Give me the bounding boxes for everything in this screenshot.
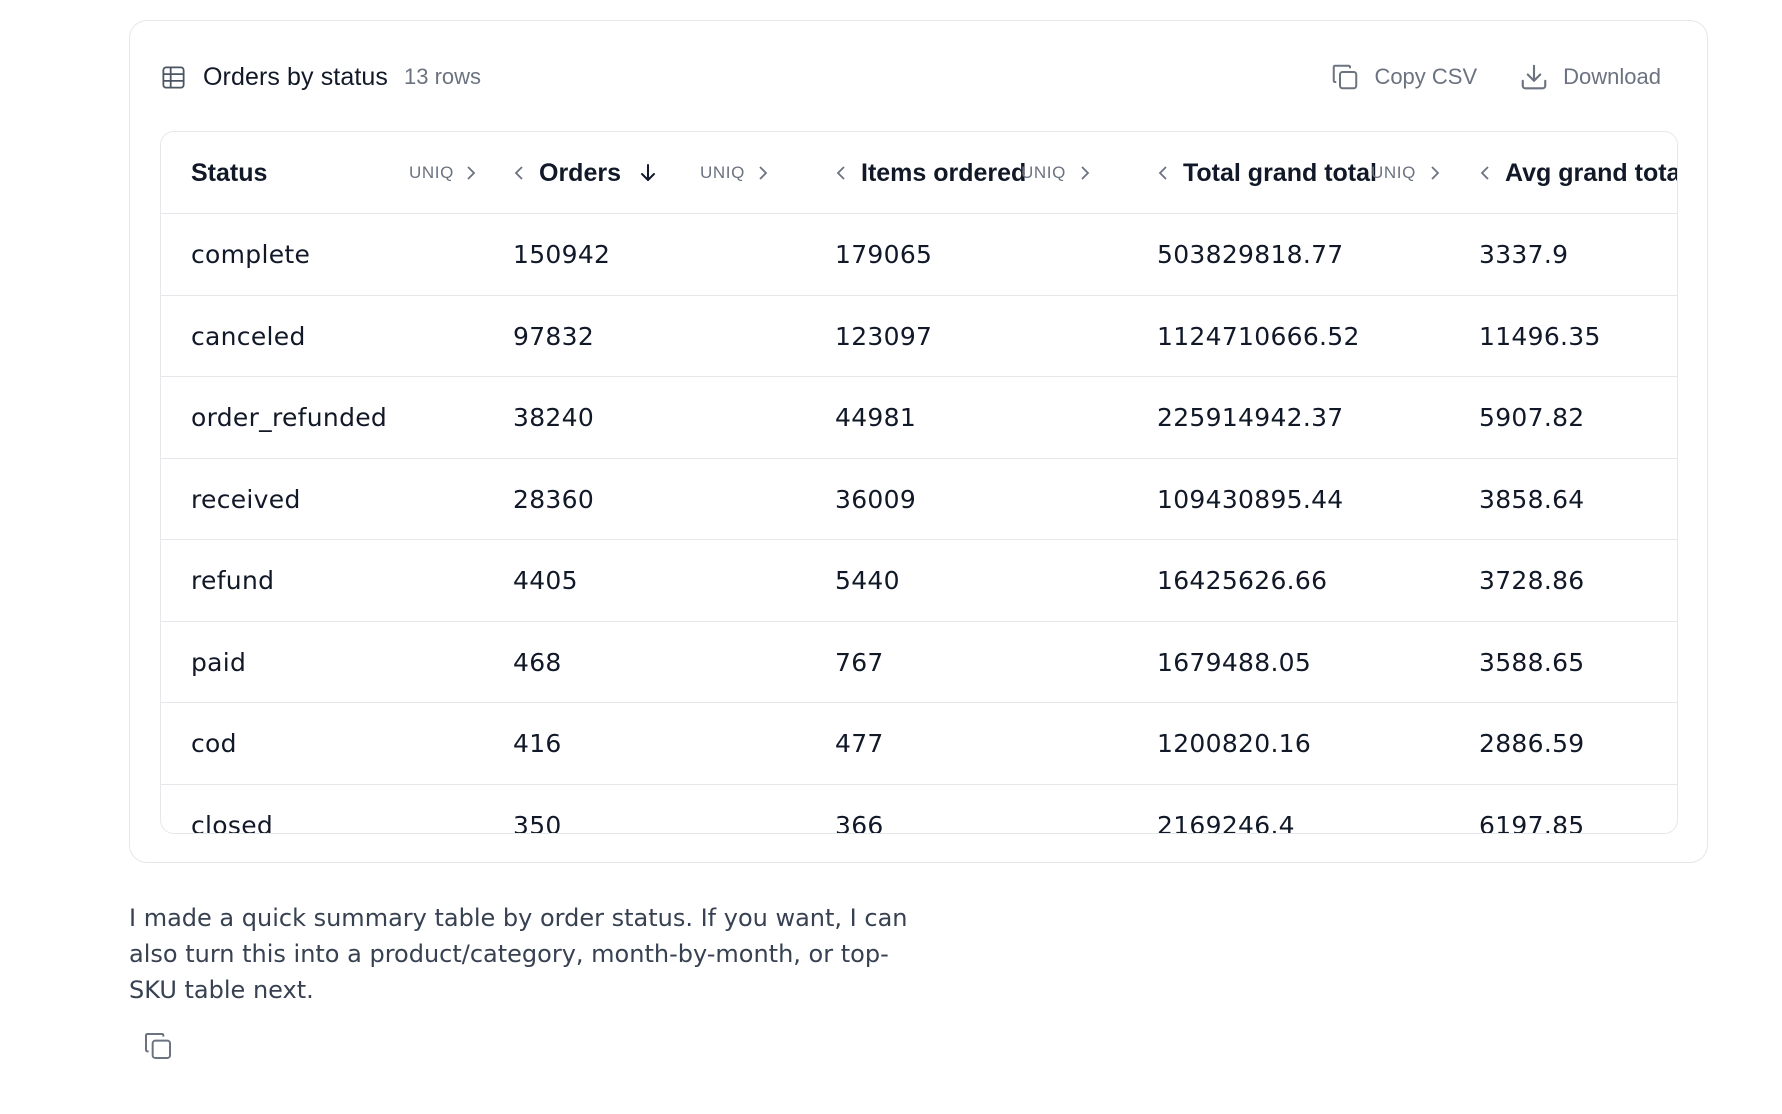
chevron-left-icon[interactable] xyxy=(835,164,847,182)
chevron-right-icon[interactable] xyxy=(465,164,477,182)
cell-orders: 4405 xyxy=(513,566,578,595)
uniq-toggle[interactable]: UNIQ xyxy=(1021,163,1066,183)
copy-icon xyxy=(1333,64,1358,90)
column-label: Status xyxy=(191,158,268,187)
copy-message-button[interactable] xyxy=(142,1030,174,1062)
chevron-left-icon[interactable] xyxy=(513,164,525,182)
cell-orders: 416 xyxy=(513,729,562,758)
table-icon xyxy=(160,64,187,91)
cell-orders: 350 xyxy=(513,810,562,834)
table-row: complete 150942 179065 503829818.77 3337.9 xyxy=(161,214,1677,296)
cell-status: canceled xyxy=(191,321,306,351)
download-label: Download xyxy=(1563,64,1661,89)
copy-csv-button[interactable]: Copy CSV xyxy=(1330,62,1477,92)
cell-items-ordered: 179065 xyxy=(835,240,933,269)
cell-items-ordered: 44981 xyxy=(835,403,917,432)
chevron-left-icon[interactable] xyxy=(1479,164,1491,182)
table-row: canceled 97832 123097 1124710666.52 11496.35 xyxy=(161,296,1677,377)
cell-orders: 38240 xyxy=(513,403,595,432)
cell-items-ordered: 477 xyxy=(835,729,884,758)
arrow-down-icon xyxy=(638,162,658,189)
cell-avg-grand-total: 2886.59 xyxy=(1479,729,1585,758)
download-button[interactable]: Download xyxy=(1519,62,1661,92)
row-count: 13 rows xyxy=(404,64,482,89)
table-row: order_refunded 38240 44981 225914942.37 5907… xyxy=(161,377,1677,459)
column-header-status[interactable]: Status UNIQ xyxy=(191,132,476,214)
card-title: Orders by status xyxy=(203,62,388,91)
cell-status: closed xyxy=(191,810,274,834)
table-row: cod 416 477 1200820.16 2886.59 xyxy=(161,703,1677,785)
download-icon xyxy=(1521,64,1547,90)
cell-total-grand-total: 1200820.16 xyxy=(1157,729,1312,758)
cell-items-ordered: 36009 xyxy=(835,484,917,514)
cell-total-grand-total: 1679488.05 xyxy=(1157,647,1312,677)
cell-avg-grand-total: 3858.64 xyxy=(1479,484,1585,514)
cell-total-grand-total: 109430895.44 xyxy=(1157,484,1344,514)
cell-items-ordered: 767 xyxy=(835,647,884,677)
table-row: closed 350 366 2169246.4 6197.85 xyxy=(161,785,1677,834)
table-row: received 28360 36009 109430895.44 3858.64 xyxy=(161,459,1677,540)
cell-status: refund xyxy=(191,566,275,595)
cell-total-grand-total: 225914942.37 xyxy=(1157,403,1344,432)
column-header-items-ordered[interactable]: Items ordered UNIQ xyxy=(835,132,1115,214)
cell-avg-grand-total: 3337.9 xyxy=(1479,240,1569,269)
cell-orders: 468 xyxy=(513,647,562,677)
chevron-right-icon[interactable] xyxy=(1429,164,1441,182)
copy-csv-label: Copy CSV xyxy=(1374,64,1478,89)
cell-avg-grand-total: 3728.86 xyxy=(1479,566,1585,595)
cell-items-ordered: 366 xyxy=(835,810,884,834)
cell-status: paid xyxy=(191,647,247,677)
cell-items-ordered: 5440 xyxy=(835,566,900,595)
cell-total-grand-total: 1124710666.52 xyxy=(1157,321,1360,351)
chevron-left-icon[interactable] xyxy=(1157,164,1169,182)
cell-total-grand-total: 16425626.66 xyxy=(1157,566,1328,595)
cell-status: cod xyxy=(191,729,237,758)
table-body: complete 150942 179065 503829818.77 3337.9 ca… xyxy=(161,214,1677,834)
cell-avg-grand-total: 5907.82 xyxy=(1479,403,1585,432)
card-header: Orders by status 13 rows Copy CSV Downlo… xyxy=(160,59,1661,95)
column-label: Avg grand total xyxy=(1505,158,1678,187)
chevron-right-icon[interactable] xyxy=(1079,164,1091,182)
chevron-right-icon[interactable] xyxy=(757,164,769,182)
copy-icon xyxy=(145,1033,171,1059)
cell-total-grand-total: 503829818.77 xyxy=(1157,240,1344,269)
table-row: refund 4405 5440 16425626.66 3728.86 xyxy=(161,540,1677,622)
cell-status: received xyxy=(191,484,301,514)
column-header-avg-grand-total[interactable]: Avg grand total xyxy=(1479,132,1678,214)
table-row: paid 468 767 1679488.05 3588.65 xyxy=(161,622,1677,703)
cell-avg-grand-total: 6197.85 xyxy=(1479,810,1585,834)
cell-orders: 150942 xyxy=(513,240,611,269)
cell-status: order_refunded xyxy=(191,403,388,432)
column-header-orders[interactable]: Orders UNIQ xyxy=(513,132,793,214)
data-table[interactable]: Status UNIQ Orders UNIQ Items ordered UN… xyxy=(160,131,1678,834)
cell-avg-grand-total: 11496.35 xyxy=(1479,321,1601,351)
cell-orders: 28360 xyxy=(513,484,595,514)
header-actions: Copy CSV Download xyxy=(1288,62,1661,92)
table-header-row: Status UNIQ Orders UNIQ Items ordered UN… xyxy=(161,132,1678,214)
uniq-toggle[interactable]: UNIQ xyxy=(700,163,745,183)
cell-avg-grand-total: 3588.65 xyxy=(1479,647,1585,677)
column-header-total-grand-total[interactable]: Total grand total UNIQ xyxy=(1157,132,1440,214)
cell-items-ordered: 123097 xyxy=(835,321,933,351)
table-card: Orders by status 13 rows Copy CSV Downlo… xyxy=(129,20,1708,863)
column-label: Orders xyxy=(539,158,621,187)
uniq-toggle[interactable]: UNIQ xyxy=(1371,163,1416,183)
cell-total-grand-total: 2169246.4 xyxy=(1157,810,1295,834)
assistant-message: I made a quick summary table by order st… xyxy=(129,904,908,1004)
column-label: Total grand total xyxy=(1183,158,1377,187)
uniq-toggle[interactable]: UNIQ xyxy=(409,163,454,183)
column-label: Items ordered xyxy=(861,158,1027,187)
cell-status: complete xyxy=(191,240,311,269)
cell-orders: 97832 xyxy=(513,321,595,351)
